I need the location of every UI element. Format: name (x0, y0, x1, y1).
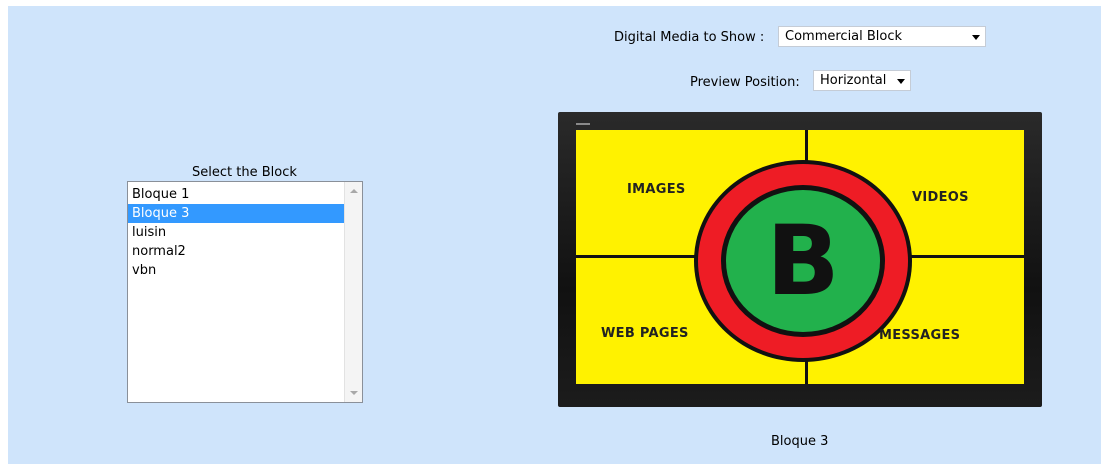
list-item[interactable]: Bloque 1 (128, 185, 344, 204)
preview-monitor: B IMAGES VIDEOS WEB PAGES MESSAGES (558, 112, 1042, 407)
block-letter-logo: B (766, 205, 840, 317)
select-block-title: Select the Block (192, 165, 297, 180)
list-item-selected[interactable]: Bloque 3 (128, 204, 344, 223)
quadrant-label-videos: VIDEOS (912, 190, 969, 205)
digital-media-value: Commercial Block (785, 29, 903, 44)
preview-caption: Bloque 3 (771, 434, 829, 449)
quadrant-label-web-pages: WEB PAGES (601, 326, 689, 341)
scroll-down-arrow-icon[interactable] (350, 391, 358, 395)
scroll-up-arrow-icon[interactable] (350, 189, 358, 193)
list-item[interactable]: normal2 (128, 242, 344, 261)
quadrant-label-messages: MESSAGES (879, 328, 961, 343)
list-scrollbar[interactable] (344, 182, 362, 402)
dropdown-arrow-icon (972, 35, 980, 40)
monitor-brand-mark (576, 123, 590, 125)
preview-position-label: Preview Position: (690, 75, 800, 90)
preview-position-select[interactable]: Horizontal (813, 70, 911, 91)
list-item[interactable]: vbn (128, 261, 344, 280)
quadrant-label-images: IMAGES (627, 182, 686, 197)
dropdown-arrow-icon (897, 79, 905, 84)
list-item[interactable]: luisin (128, 223, 344, 242)
digital-media-label: Digital Media to Show : (614, 30, 765, 45)
preview-screen: B IMAGES VIDEOS WEB PAGES MESSAGES (576, 130, 1024, 384)
block-list: Bloque 1 Bloque 3 luisin normal2 vbn (128, 185, 344, 280)
digital-media-select[interactable]: Commercial Block (778, 26, 986, 47)
preview-position-value: Horizontal (820, 73, 887, 88)
block-listbox[interactable]: Bloque 1 Bloque 3 luisin normal2 vbn (127, 181, 363, 403)
